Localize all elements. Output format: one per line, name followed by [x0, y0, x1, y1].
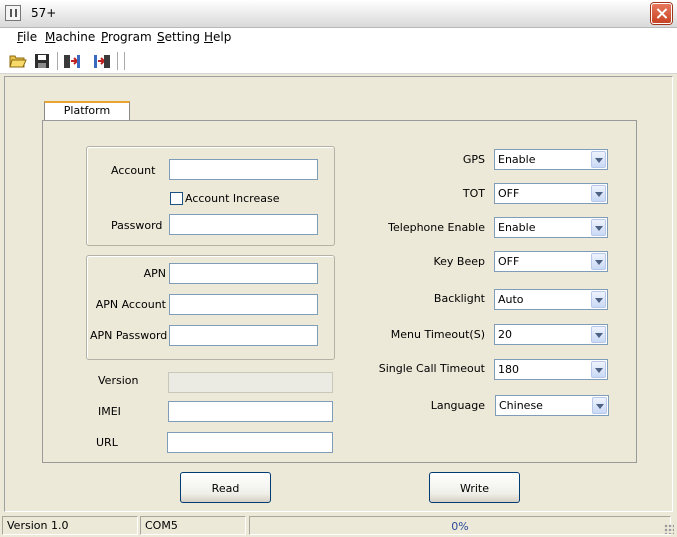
resize-grip-icon[interactable] [664, 524, 674, 534]
title-bar[interactable]: 57+ [0, 0, 677, 28]
progress-bar: 0% [249, 516, 671, 535]
language-select[interactable]: Chinese [495, 395, 609, 416]
toolbar-separator [124, 52, 126, 70]
menu-timeout-value: 20 [498, 328, 512, 341]
chevron-down-icon[interactable] [591, 291, 606, 308]
tot-label: TOT [462, 187, 485, 200]
menu-timeout-label: Menu Timeout(S) [390, 328, 485, 341]
save-icon[interactable] [33, 52, 51, 70]
apn-field[interactable] [169, 263, 318, 284]
app-window: 57+ File Machine Program Setting Help Pl… [0, 0, 677, 537]
close-button[interactable] [651, 3, 672, 24]
tab-platform-setting[interactable]: Platform Setting [44, 101, 130, 133]
apn-password-label: APN Password [90, 329, 168, 342]
backlight-value: Auto [498, 293, 524, 306]
apn-account-label: APN Account [95, 298, 166, 311]
chevron-down-icon[interactable] [591, 185, 606, 202]
toolbar [0, 48, 677, 74]
menu-bar: File Machine Program Setting Help [0, 28, 677, 48]
account-increase-label: Account Increase [185, 192, 280, 205]
status-bar: Version 1.0 COM5 0% [0, 514, 677, 537]
gps-value: Enable [498, 153, 536, 166]
key-beep-label: Key Beep [433, 255, 485, 268]
chevron-down-icon[interactable] [591, 326, 606, 343]
account-field[interactable] [169, 159, 318, 180]
gps-select[interactable]: Enable [494, 149, 608, 170]
progress-text: 0% [451, 520, 469, 533]
key-beep-value: OFF [498, 255, 520, 268]
apn-label: APN [143, 267, 166, 280]
version-field [168, 372, 333, 393]
gps-label: GPS [462, 153, 485, 166]
tot-select[interactable]: OFF [494, 183, 608, 204]
single-call-timeout-value: 180 [498, 363, 519, 376]
telephone-enable-value: Enable [498, 221, 536, 234]
menu-machine[interactable]: Machine [45, 30, 95, 44]
tot-value: OFF [498, 187, 520, 200]
backlight-label: Backlight [433, 292, 485, 305]
app-icon [5, 5, 21, 21]
menu-program[interactable]: Program [101, 30, 152, 44]
language-value: Chinese [499, 399, 543, 412]
chevron-down-icon[interactable] [591, 361, 606, 378]
account-label: Account [111, 164, 156, 177]
read-from-radio-icon[interactable] [63, 52, 81, 70]
write-button[interactable]: Write [429, 472, 520, 503]
password-label: Password [111, 219, 163, 232]
telephone-enable-select[interactable]: Enable [494, 217, 608, 238]
telephone-enable-label: Telephone Enable [388, 221, 485, 234]
write-to-radio-icon[interactable] [93, 52, 111, 70]
apn-password-field[interactable] [169, 325, 318, 346]
version-label: Version [98, 374, 139, 387]
menu-setting[interactable]: Setting [157, 30, 200, 44]
chevron-down-icon[interactable] [591, 151, 606, 168]
imei-label: IMEI [98, 405, 121, 418]
read-button[interactable]: Read [180, 472, 271, 503]
password-field[interactable] [169, 214, 318, 235]
url-field[interactable] [167, 432, 333, 453]
toolbar-separator [57, 52, 59, 70]
account-increase-checkbox[interactable] [170, 192, 183, 205]
menu-help[interactable]: Help [204, 30, 231, 44]
language-label: Language [430, 399, 485, 412]
menu-file[interactable]: File [17, 30, 37, 44]
apn-account-field[interactable] [169, 294, 318, 315]
chevron-down-icon[interactable] [591, 253, 606, 270]
menu-timeout-select[interactable]: 20 [494, 324, 608, 345]
chevron-down-icon[interactable] [591, 219, 606, 236]
status-port: COM5 [140, 516, 246, 535]
url-label: URL [96, 436, 118, 449]
single-call-timeout-select[interactable]: 180 [494, 359, 608, 380]
imei-field[interactable] [168, 401, 333, 422]
backlight-select[interactable]: Auto [494, 289, 608, 310]
key-beep-select[interactable]: OFF [494, 251, 608, 272]
window-title: 57+ [31, 6, 57, 20]
open-folder-icon[interactable] [9, 52, 27, 70]
chevron-down-icon[interactable] [592, 397, 607, 414]
single-call-timeout-label: Single Call Timeout [378, 362, 485, 375]
status-version: Version 1.0 [2, 516, 138, 535]
toolbar-separator [117, 52, 119, 70]
